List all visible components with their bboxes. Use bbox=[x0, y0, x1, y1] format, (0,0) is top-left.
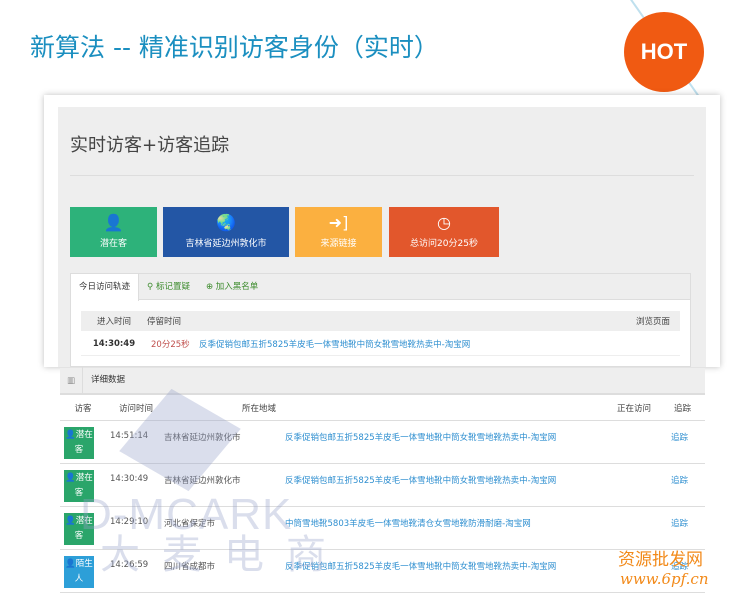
visitor-badge: 👤陌生人 bbox=[64, 556, 94, 588]
watermark-url: www.6pf.cn bbox=[620, 570, 709, 588]
card-visitor-type[interactable]: 👤 潜在客 bbox=[70, 207, 157, 257]
table-row: 14:30:49 20分25秒 反季促销包邮五折5825羊皮毛一体雪地靴中筒女靴… bbox=[81, 332, 680, 356]
sign-in-icon: ➜] bbox=[328, 213, 349, 232]
panel-title: 实时访客+访客追踪 bbox=[70, 135, 230, 156]
watermark-site: 资源批发网 bbox=[618, 550, 703, 570]
globe-icon: 🌏 bbox=[216, 213, 236, 232]
watermark-brand-cn: 大麦电商 bbox=[100, 532, 348, 578]
card-total-time[interactable]: ◷ 总访问20分25秒 bbox=[389, 207, 499, 257]
track-link[interactable]: 追踪 bbox=[671, 474, 688, 486]
page-link[interactable]: 反季促销包邮五折5825羊皮毛一体雪地靴中筒女靴雪地靴热卖中-淘宝网 bbox=[285, 474, 556, 486]
column-header: 正在访问 bbox=[616, 403, 651, 414]
track-link[interactable]: 追踪 bbox=[671, 517, 688, 529]
visitor-badge: 👤潜在客 bbox=[64, 427, 94, 459]
card-label: 潜在客 bbox=[99, 239, 127, 249]
enter-time: 14:30:49 bbox=[92, 338, 136, 349]
column-header: 进入时间 bbox=[96, 317, 131, 327]
page-link[interactable]: 反季促销包邮五折5825羊皮毛一体雪地靴中筒女靴雪地靴热卖中-淘宝网 bbox=[199, 338, 470, 350]
realtime-visitor-panel: 实时访客+访客追踪 👤 潜在客 🌏 吉林省延边州敦化市 ➜] 来源链接 ◷ 总访问20分… bbox=[44, 95, 720, 367]
track-tabs: 今日访问轨迹 ⚲ 标记置疑 ⊕ 加入黑名单 进入时间 停留时间 浏览页面 14:… bbox=[70, 273, 691, 367]
map-marker-icon: ⚲ bbox=[147, 282, 156, 292]
user-icon: 👤 bbox=[103, 213, 124, 232]
tab-label: 标记置疑 bbox=[155, 282, 190, 292]
track-link[interactable]: 追踪 bbox=[671, 431, 688, 443]
card-label: 总访问20分25秒 bbox=[410, 239, 478, 249]
column-header: 追踪 bbox=[673, 403, 691, 414]
card-source-link[interactable]: ➜] 来源链接 bbox=[295, 207, 382, 257]
tab-mark-suspect[interactable]: ⚲ 标记置疑 bbox=[139, 274, 198, 299]
page-link[interactable]: 反季促销包邮五折5825羊皮毛一体雪地靴中筒女靴雪地靴热卖中-淘宝网 bbox=[285, 431, 556, 443]
user-icon: 👤 bbox=[65, 559, 76, 569]
plus-circle-icon: ⊕ bbox=[205, 282, 216, 292]
user-icon: 👤 bbox=[65, 430, 76, 440]
user-icon: 👤 bbox=[65, 516, 76, 526]
column-header: 访客 bbox=[74, 403, 92, 414]
hot-badge: HOT bbox=[624, 12, 704, 92]
stay-time: 20分25秒 bbox=[151, 339, 190, 350]
details-header: 详细数据 bbox=[82, 367, 125, 394]
bar-chart-icon: ▥ bbox=[66, 375, 76, 386]
card-location[interactable]: 🌏 吉林省延边州敦化市 bbox=[163, 207, 289, 257]
column-header: 停留时间 bbox=[147, 317, 182, 327]
table-header: 进入时间 停留时间 浏览页面 bbox=[81, 311, 680, 331]
visit-time: 14:30:49 bbox=[110, 474, 149, 484]
card-label: 来源链接 bbox=[320, 239, 357, 249]
tab-label: 加入黑名单 bbox=[215, 282, 259, 292]
tab-today-track[interactable]: 今日访问轨迹 bbox=[71, 274, 140, 301]
badge-label: 潜在客 bbox=[74, 430, 93, 455]
user-icon: 👤 bbox=[65, 473, 76, 483]
page-title: 新算法 -- 精准识别访客身份（实时） bbox=[30, 33, 439, 62]
tab-add-blacklist[interactable]: ⊕ 加入黑名单 bbox=[198, 274, 266, 299]
clock-icon: ◷ bbox=[437, 213, 451, 232]
column-header: 浏览页面 bbox=[635, 317, 670, 327]
card-label: 吉林省延边州敦化市 bbox=[185, 239, 267, 249]
badge-label: 陌生人 bbox=[74, 559, 93, 584]
divider bbox=[70, 175, 694, 176]
